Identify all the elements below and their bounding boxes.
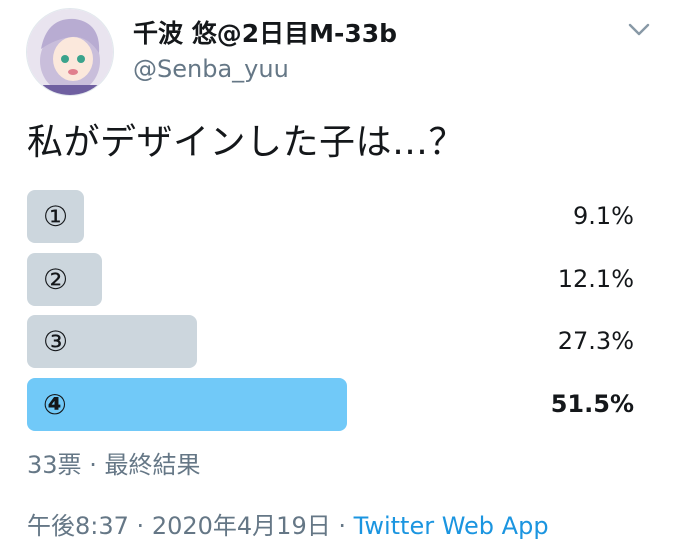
poll-vote-count: 33票 bbox=[27, 451, 82, 479]
separator: · bbox=[89, 451, 97, 479]
poll-option: ② 12.1% bbox=[27, 253, 637, 306]
avatar-image bbox=[27, 9, 113, 95]
chevron-down-icon[interactable] bbox=[624, 18, 654, 42]
poll-option: ③ 27.3% bbox=[27, 315, 637, 368]
poll-option-percent: 51.5% bbox=[550, 390, 634, 418]
user-handle[interactable]: @Senba_yuu bbox=[133, 55, 289, 83]
poll-option: ① 9.1% bbox=[27, 190, 637, 243]
display-name[interactable]: 千波 悠@2日目M-33b bbox=[133, 19, 397, 49]
poll-bar bbox=[27, 378, 347, 431]
poll-option-label: ④ bbox=[43, 388, 67, 421]
poll-option-percent: 9.1% bbox=[573, 202, 634, 230]
tweet-time[interactable]: 午後8:37 bbox=[27, 512, 129, 540]
poll-meta: 33票 · 最終結果 bbox=[27, 450, 200, 480]
tweet-source-link[interactable]: Twitter Web App bbox=[354, 512, 549, 540]
poll-option-label: ③ bbox=[43, 325, 69, 358]
tweet-date[interactable]: 2020年4月19日 bbox=[152, 512, 331, 540]
poll-option-percent: 27.3% bbox=[557, 327, 634, 355]
poll-option-percent: 12.1% bbox=[557, 265, 634, 293]
tweet-footer: 午後8:37 · 2020年4月19日 · Twitter Web App bbox=[27, 509, 549, 543]
poll-option-label: ① bbox=[43, 200, 69, 233]
poll-status: 最終結果 bbox=[104, 451, 201, 479]
separator: · bbox=[136, 512, 145, 540]
poll-option-label: ② bbox=[43, 263, 69, 296]
separator: · bbox=[338, 512, 346, 540]
avatar[interactable] bbox=[26, 8, 114, 96]
tweet-text: 私がデザインした子は…？ bbox=[27, 122, 466, 163]
poll-option: ④ 51.5% bbox=[27, 378, 637, 431]
